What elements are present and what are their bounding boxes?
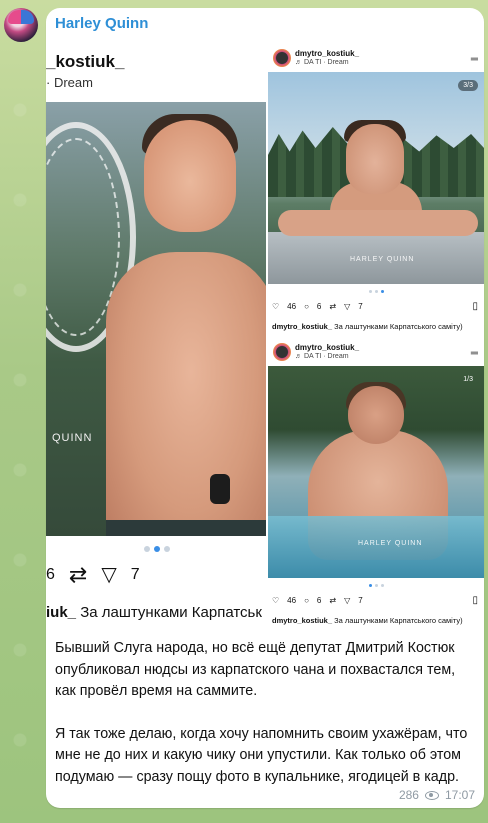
sender-avatar[interactable] bbox=[4, 8, 38, 42]
photo-counter: 3/3 bbox=[458, 80, 478, 91]
comments-count: 6 bbox=[316, 302, 322, 311]
profile-avatar bbox=[273, 49, 291, 67]
caption-text: За лаштунками Карпатськ bbox=[80, 604, 262, 621]
post-song: ♬ DA TI · Dream bbox=[295, 353, 349, 360]
menu-icon: ═ bbox=[470, 348, 478, 359]
post-actions: ♡ 46 ○ 6 ⇄ ▽ 7 bbox=[272, 596, 363, 605]
left-instagram-post: _kostiuk_ · Dream QUINN 6 ⇄ ▽ 7 iuk_ За … bbox=[46, 42, 266, 636]
post-photo: HARLEY QUINN 1/3 bbox=[268, 366, 484, 578]
carousel-dots bbox=[268, 290, 484, 293]
photo-counter: 1/3 bbox=[463, 376, 473, 383]
person-head bbox=[144, 120, 236, 232]
view-count: 286 bbox=[398, 788, 419, 802]
post-actions: ♡ 46 ○ 6 ⇄ ▽ 7 bbox=[272, 302, 363, 311]
caption-username: iuk_ bbox=[46, 604, 77, 621]
caption-text: За лаштунками Карпатського саміту) bbox=[334, 322, 463, 331]
post-photo: HARLEY QUINN 3/3 bbox=[268, 72, 484, 284]
shares-count: 7 bbox=[130, 566, 140, 583]
post-username: dmytro_kostiuk_ bbox=[295, 49, 360, 58]
share-icon: ▽ bbox=[344, 302, 351, 311]
watermark: HARLEY QUINN bbox=[358, 540, 423, 547]
message-bubble: Harley Quinn _kostiuk_ · Dream QUINN 6 ⇄… bbox=[46, 8, 484, 808]
message-meta: 286 17:07 bbox=[399, 788, 475, 802]
repost-icon: ⇄ bbox=[68, 562, 88, 587]
post-caption: dmytro_kostiuk_ За лаштунками Карпатсько… bbox=[272, 616, 463, 625]
person-shorts bbox=[106, 520, 266, 536]
profile-avatar bbox=[273, 343, 291, 361]
carousel-dots bbox=[268, 584, 484, 587]
likes-count: 46 bbox=[287, 596, 297, 605]
message-paragraph-2: Я так тоже делаю, когда хочу напомнить с… bbox=[55, 725, 468, 785]
repost-icon: ⇄ bbox=[329, 302, 337, 311]
bookmark-icon: ▯ bbox=[472, 301, 478, 312]
carousel-dots bbox=[144, 546, 170, 552]
right-instagram-post-1: dmytro_kostiuk_ ♬ DA TI · Dream ═ HARLEY… bbox=[268, 46, 484, 338]
eye-icon bbox=[424, 790, 439, 800]
shares-count: 7 bbox=[358, 302, 363, 311]
shares-count: 7 bbox=[358, 596, 363, 605]
post-header: dmytro_kostiuk_ ♬ DA TI · Dream ═ bbox=[268, 340, 484, 366]
post-username: dmytro_kostiuk_ bbox=[295, 343, 360, 352]
message-text: Бывший Слуга народа, но всё ещё депутат … bbox=[55, 638, 477, 788]
likes-count: 6 bbox=[46, 566, 55, 583]
person-torso bbox=[106, 252, 266, 536]
menu-icon: ═ bbox=[470, 54, 478, 65]
comment-icon: ○ bbox=[304, 302, 309, 311]
post-photo: QUINN bbox=[46, 102, 266, 536]
heart-icon: ♡ bbox=[272, 302, 280, 311]
post-username: _kostiuk_ bbox=[46, 52, 125, 71]
share-icon: ▽ bbox=[344, 596, 351, 605]
post-caption: dmytro_kostiuk_ За лаштунками Карпатсько… bbox=[272, 322, 463, 331]
message-photo[interactable]: _kostiuk_ · Dream QUINN 6 ⇄ ▽ 7 iuk_ За … bbox=[46, 42, 484, 636]
post-actions: 6 ⇄ ▽ 7 bbox=[46, 564, 140, 586]
heart-icon: ♡ bbox=[272, 596, 280, 605]
right-instagram-post-2: dmytro_kostiuk_ ♬ DA TI · Dream ═ HARLEY… bbox=[268, 340, 484, 632]
repost-icon: ⇄ bbox=[329, 596, 337, 605]
wristwatch bbox=[210, 474, 230, 504]
post-song: ♬ DA TI · Dream bbox=[295, 59, 349, 66]
sender-name[interactable]: Harley Quinn bbox=[55, 15, 148, 32]
post-header: dmytro_kostiuk_ ♬ DA TI · Dream ═ bbox=[268, 46, 484, 72]
comment-icon: ○ bbox=[304, 596, 309, 605]
caption-text: За лаштунками Карпатського саміту) bbox=[334, 616, 463, 625]
share-icon: ▽ bbox=[101, 564, 117, 586]
message-time: 17:07 bbox=[444, 788, 475, 802]
caption-username: dmytro_kostiuk_ bbox=[272, 322, 333, 331]
bookmark-icon: ▯ bbox=[472, 595, 478, 606]
caption-username: dmytro_kostiuk_ bbox=[272, 616, 333, 625]
likes-count: 46 bbox=[287, 302, 297, 311]
post-caption: iuk_ За лаштунками Карпатськ bbox=[46, 604, 262, 621]
watermark: QUINN bbox=[52, 432, 93, 444]
post-song: · Dream bbox=[46, 75, 93, 90]
watermark: HARLEY QUINN bbox=[350, 256, 415, 263]
comments-count: 6 bbox=[316, 596, 322, 605]
message-paragraph-1: Бывший Слуга народа, но всё ещё депутат … bbox=[55, 640, 456, 699]
